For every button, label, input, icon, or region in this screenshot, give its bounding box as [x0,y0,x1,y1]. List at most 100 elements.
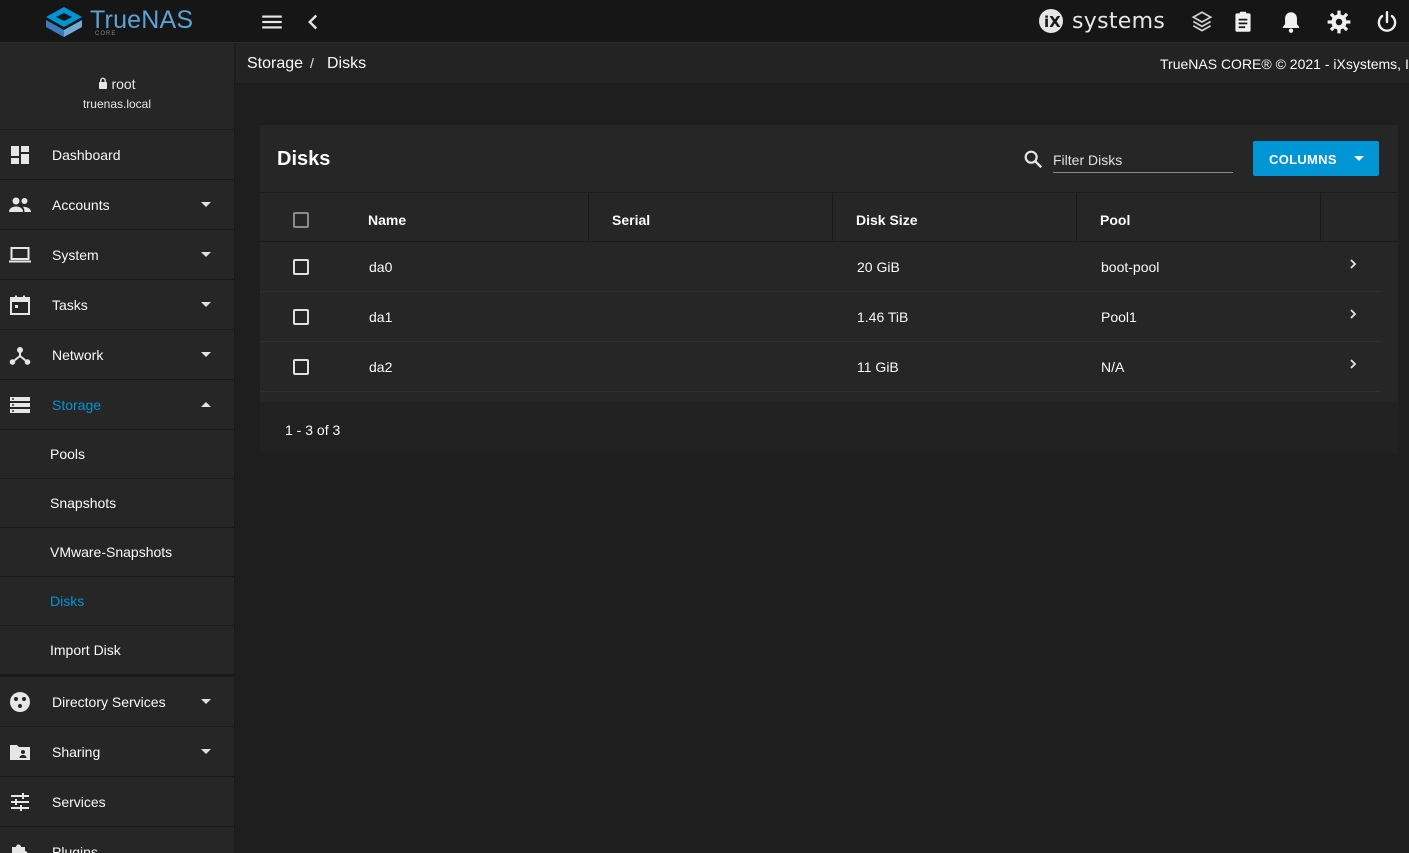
row-checkbox[interactable] [293,309,309,325]
chevron-right-icon[interactable] [1347,357,1359,371]
sidebar-item-dashboard[interactable]: Dashboard [0,130,234,180]
table-row[interactable]: da2 11 GiB N/A [260,342,1381,392]
extension-icon [12,844,28,853]
sidebar-subitem-label: Import Disk [50,642,121,658]
sidebar-item-label: Directory Services [52,693,166,710]
cell-pool: Pool1 [1101,309,1137,325]
tune-icon [11,793,29,811]
filter-disks-input[interactable] [1053,147,1233,173]
columns-button[interactable]: COLUMNS [1253,141,1379,176]
brand-edition: CORE [95,31,117,37]
select-all-checkbox[interactable] [293,212,309,228]
cell-name: da0 [369,259,393,275]
cell-name: da2 [369,359,393,375]
sidebar-item-network[interactable]: Network [0,330,234,380]
breadcrumb-storage-link[interactable]: Storage [247,55,303,73]
cell-disk-size: 20 GiB [857,259,900,275]
sidebar-subitem-label: Snapshots [50,495,117,511]
sidebar-item-label: System [52,246,99,263]
user-box: root truenas.local [0,43,234,130]
laptop-icon [9,247,31,263]
column-header-disk-size[interactable]: Disk Size [856,193,917,242]
sidebar-subitem-disks[interactable]: Disks [0,577,234,626]
dashboard-icon [11,146,29,164]
sidebar-item-plugins[interactable]: Plugins [0,827,234,853]
column-divider [1320,193,1321,242]
sidebar-subitem-snapshots[interactable]: Snapshots [0,479,234,528]
columns-button-label: COLUMNS [1269,152,1337,167]
sidebar-item-storage[interactable]: Storage [0,380,234,430]
row-checkbox[interactable] [293,259,309,275]
chevron-down-icon [201,302,211,307]
chevron-right-icon[interactable] [1347,257,1359,271]
table-footer: 1 - 3 of 3 [260,402,1398,453]
table-header: Name Serial Disk Size Pool [260,192,1398,242]
ixsystems-logo: iX systems [1038,6,1165,36]
chevron-left-icon[interactable] [300,9,326,35]
pagination-range: 1 - 3 of 3 [285,422,341,438]
sidebar-item-tasks[interactable]: Tasks [0,280,234,330]
folder-shared-icon [10,745,30,760]
breadcrumb-current: Disks [327,55,367,72]
sidebar-subitem-vmware-snapshots[interactable]: VMware-Snapshots [0,528,234,577]
truenas-logo-icon [46,7,82,37]
sidebar-item-services[interactable]: Services [0,777,234,827]
ix-logo-letters: iX [1044,13,1061,31]
sidebar-item-directory-services[interactable]: Directory Services [0,677,234,727]
table-row[interactable]: da1 1.46 TiB Pool1 [260,292,1381,342]
sidebar-subitem-label: Disks [50,593,85,609]
sidebar-subitem-label: VMware-Snapshots [50,544,173,560]
bell-icon[interactable] [1278,9,1304,35]
chevron-right-icon[interactable] [1347,307,1359,321]
cell-pool: N/A [1101,359,1125,375]
chevron-up-icon [201,402,211,407]
table-row[interactable]: da0 20 GiB boot-pool [260,242,1381,292]
breadcrumb: Storage / Disks TrueNAS CORE® © 2021 - i… [236,43,1409,84]
cell-name: da1 [369,309,393,325]
sidebar-subitem-import-disk[interactable]: Import Disk [0,626,234,677]
truecommand-icon[interactable] [1189,9,1215,35]
card-title: Disks [277,148,331,170]
sidebar-item-accounts[interactable]: Accounts [0,180,234,230]
chevron-down-icon [201,749,211,754]
clipboard-icon[interactable] [1230,9,1256,35]
chevron-down-icon [201,352,211,357]
people-icon [9,197,31,212]
sidebar-subitem-label: Pools [50,446,86,462]
chevron-down-icon [201,202,211,207]
sidebar-item-label: Services [52,793,106,810]
sidebar-item-label: Sharing [52,743,101,760]
column-header-serial[interactable]: Serial [612,193,650,242]
sidebar-item-label: Storage [52,396,102,413]
copyright-text: TrueNAS CORE® © 2021 - iXsystems, Inc [1160,56,1409,72]
row-checkbox[interactable] [293,359,309,375]
sidebar-item-label: Network [52,346,104,363]
cell-disk-size: 1.46 TiB [857,309,909,325]
menu-icon[interactable] [259,9,285,35]
chevron-down-icon [201,699,211,704]
sidebar-item-label: Tasks [52,296,88,313]
column-header-pool[interactable]: Pool [1100,193,1130,242]
cell-pool: boot-pool [1101,259,1160,275]
sidebar-subitem-pools[interactable]: Pools [0,430,234,479]
sidebar-item-label: Dashboard [52,146,121,163]
network-icon [9,347,31,365]
sidebar-item-sharing[interactable]: Sharing [0,727,234,777]
column-header-name[interactable]: Name [368,193,406,242]
column-divider [832,193,833,242]
power-icon[interactable] [1374,9,1400,35]
user-name-row: root [0,76,234,92]
search-icon [1024,150,1043,169]
calendar-icon [10,295,30,315]
sidebar: root truenas.local Dashboard Accounts Sy… [0,43,235,853]
truenas-logo[interactable]: TrueNAS CORE [44,4,194,38]
sidebar-item-system[interactable]: System [0,230,234,280]
breadcrumb-separator: / [310,55,314,71]
chevron-down-icon [1354,156,1364,161]
column-divider [588,193,589,242]
hostname: truenas.local [82,97,152,111]
lock-icon [99,77,108,89]
cell-disk-size: 11 GiB [857,359,899,375]
settings-gear-icon[interactable] [1326,9,1352,35]
disks-table: Name Serial Disk Size Pool da0 20 GiB bo… [260,192,1398,392]
